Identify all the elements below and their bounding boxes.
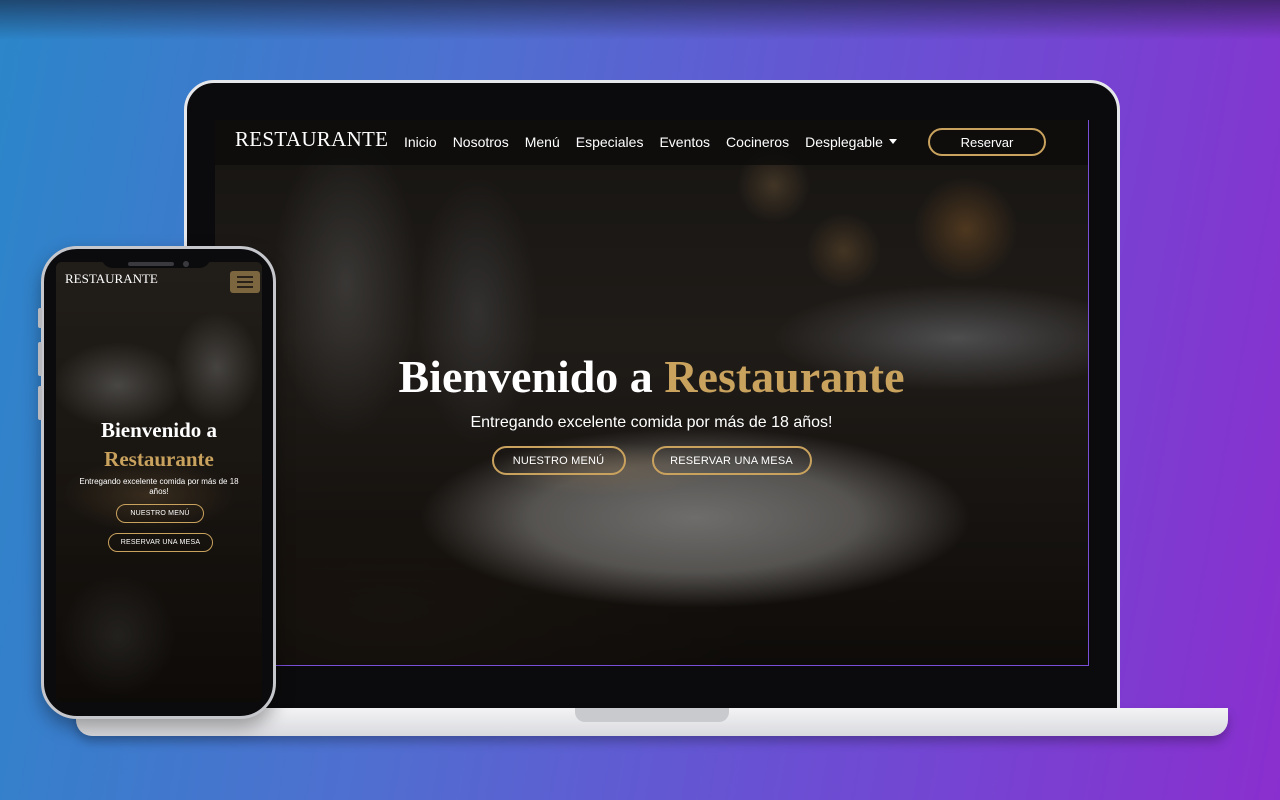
phone-volume-down-button (38, 386, 42, 420)
phone-book-table-button[interactable]: RESERVAR UNA MESA (108, 533, 213, 552)
our-menu-button[interactable]: NUESTRO MENÚ (491, 446, 626, 475)
reserve-button[interactable]: Reservar (928, 128, 1046, 156)
phone-camera (183, 261, 189, 267)
phone-hero-subtitle: Entregando excelente comida por más de 1… (79, 477, 239, 496)
nav-link-cocineros[interactable]: Cocineros (726, 134, 789, 150)
hero-title: Bienvenido a Restaurante (215, 350, 1088, 403)
phone-brand-logo[interactable]: RESTAURANTE (65, 271, 158, 287)
hamburger-icon[interactable] (230, 271, 260, 293)
phone-screen: RESTAURANTE Bienvenido a Restaurante Entr… (56, 262, 262, 702)
phone-hero-title-prefix: Bienvenido a (100, 418, 218, 442)
phone-speaker (128, 262, 174, 266)
brand-logo[interactable]: RESTAURANTE (235, 127, 388, 152)
laptop-screen: RESTAURANTE Inicio Nosotros Menú Especia… (215, 120, 1089, 666)
nav-link-inicio[interactable]: Inicio (404, 134, 437, 150)
caret-down-icon (888, 139, 897, 144)
nav-link-eventos[interactable]: Eventos (659, 134, 710, 150)
book-table-button[interactable]: RESERVAR UNA MESA (651, 446, 812, 475)
phone-our-menu-button[interactable]: NUESTRO MENÚ (116, 504, 204, 523)
navbar: RESTAURANTE Inicio Nosotros Menú Especia… (215, 120, 1088, 165)
hero-title-prefix: Bienvenido a (398, 351, 665, 402)
nav-links: Inicio Nosotros Menú Especiales Eventos … (404, 134, 897, 150)
nav-link-especiales[interactable]: Especiales (576, 134, 644, 150)
laptop-trackpad-notch (575, 708, 729, 722)
phone-side-button (38, 308, 42, 328)
hero-buttons: NUESTRO MENÚ RESERVAR UNA MESA (215, 446, 1088, 475)
nav-link-menu[interactable]: Menú (525, 134, 560, 150)
hero-subtitle: Entregando excelente comida por más de 1… (470, 414, 833, 431)
nav-link-nosotros[interactable]: Nosotros (453, 134, 509, 150)
phone-hero-title-accent: Restaurante (104, 447, 214, 471)
nav-dropdown-desplegable[interactable]: Desplegable (805, 134, 897, 150)
phone-hero-title: Bienvenido a Restaurante (56, 416, 262, 474)
hero-title-accent: Restaurante (664, 351, 905, 402)
nav-dropdown-label: Desplegable (805, 134, 883, 150)
phone-volume-up-button (38, 342, 42, 376)
